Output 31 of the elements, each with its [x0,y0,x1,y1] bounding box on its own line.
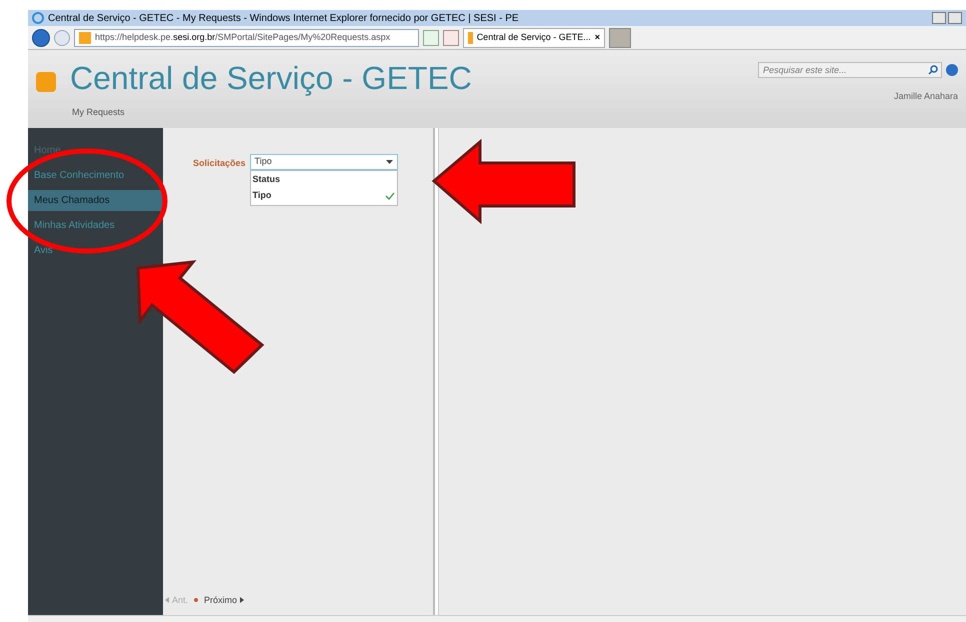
user-name[interactable]: Jamille Anahara [894,90,958,104]
forward-button[interactable] [54,30,70,46]
minimize-button[interactable] [932,12,946,24]
stop-button[interactable] [443,30,459,46]
search-field[interactable]: Pesquisar este site... [758,62,942,78]
restore-button[interactable] [948,12,962,24]
search-icon [928,65,938,75]
filter-dropdown[interactable]: Tipo [250,154,398,170]
address-field[interactable]: https://helpdesk.pe.sesi.org.br/SMPortal/SitePages/My%20Requests.aspx [74,28,419,46]
browser-tab[interactable]: Central de Serviço - GETE... × [463,28,605,48]
breadcrumb: My Requests [72,106,126,119]
filter-label: Solicitações [193,157,246,170]
next-link[interactable]: Próximo [204,594,244,607]
url-text: https://helpdesk.pe.sesi.org.br/SMPortal/SitePages/My%20Requests.aspx [95,30,390,44]
site-title: Central de Serviço - GETEC [70,62,472,94]
right-triangle-icon [240,597,244,604]
caret-icon [386,160,393,164]
left-triangle-icon [165,597,169,604]
tab-close-button[interactable]: × [594,30,600,44]
site-logo-icon [36,72,56,92]
new-tab-button[interactable] [609,28,631,48]
site-icon [79,32,91,44]
dropdown-option[interactable]: Tipo [250,188,397,204]
browser-logo-icon [32,12,44,24]
help-icon[interactable] [946,64,958,76]
site-icon [468,32,473,44]
window-title: Central de Serviço - GETEC - My Requests - Windows Internet Explorer fornecido por GETEC | SESI - PE [48,12,519,26]
tab-label: Central de Serviço - GETE... [476,30,591,44]
back-button[interactable] [32,28,50,46]
refresh-button[interactable] [423,30,439,46]
dropdown-option[interactable]: Status [250,172,397,188]
